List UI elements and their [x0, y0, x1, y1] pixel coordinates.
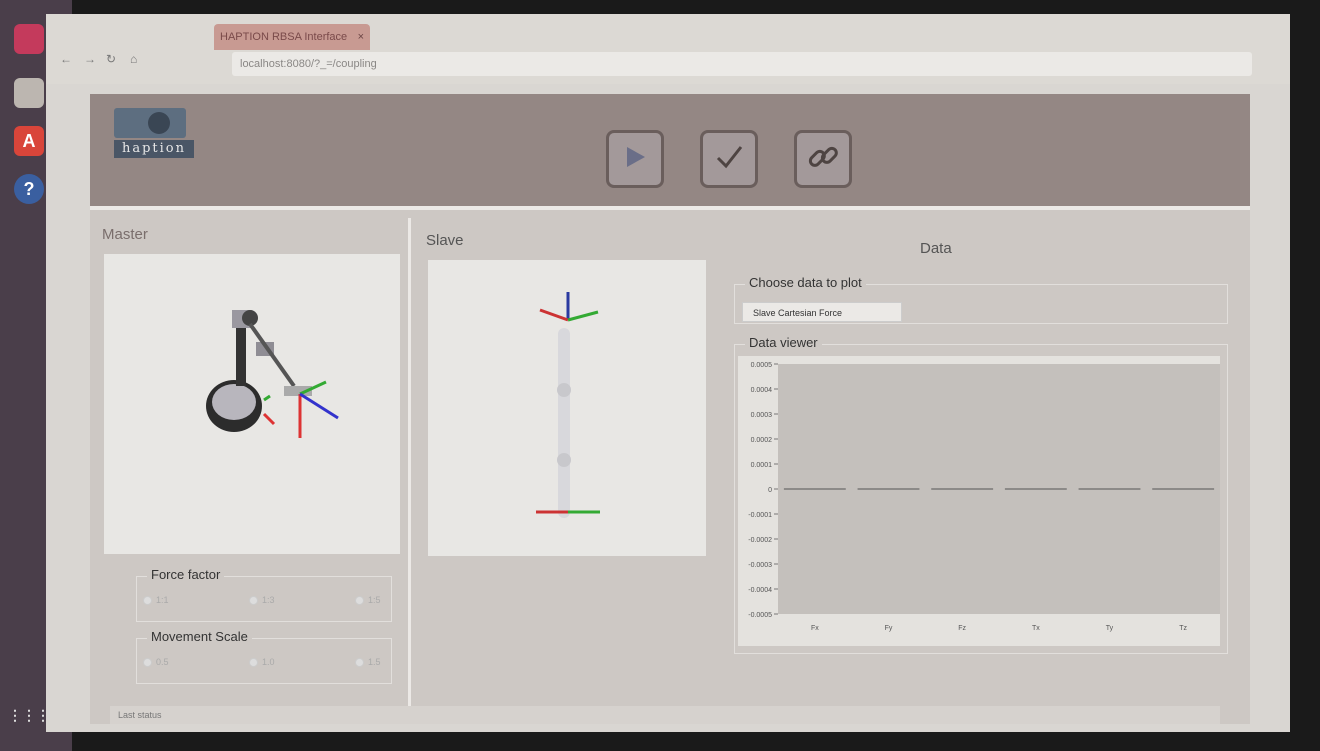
bar-tz [1152, 488, 1215, 490]
movement-scale-group: Movement Scale 0.5 1.0 1.5 [136, 629, 392, 684]
force-factor-option[interactable]: 1:3 [249, 595, 275, 605]
data-select-value: Slave Cartesian Force [753, 308, 843, 318]
x-tick-label: Ty [1106, 625, 1114, 632]
y-tick-label: -0.0003 [748, 562, 772, 569]
url-bar[interactable]: localhost:8080/?_=/coupling [232, 52, 1252, 76]
coupling-button[interactable] [794, 130, 852, 188]
logo-text: haption [114, 140, 194, 158]
play-button[interactable] [606, 130, 664, 188]
tab-close-icon[interactable]: × [358, 24, 364, 50]
apps-grid-icon[interactable]: ⋮⋮⋮ [8, 700, 50, 730]
help-icon[interactable]: ? [14, 174, 44, 204]
browser-window: HAPTION RBSA Interface × ← → ↻ ⌂ localho… [46, 14, 1290, 732]
forward-icon[interactable]: → [84, 52, 96, 66]
x-tick-label: Tx [1032, 625, 1040, 632]
slave-3d-view[interactable] [428, 260, 706, 556]
x-tick-label: Fy [885, 625, 893, 632]
url-text: localhost:8080/?_=/coupling [240, 58, 377, 70]
tab-title: HAPTION RBSA Interface [220, 31, 348, 43]
y-tick-label: 0.0001 [751, 462, 773, 469]
y-tick-label: 0 [768, 487, 772, 494]
link-icon [806, 140, 840, 179]
bar-ty [1078, 488, 1141, 490]
app-container: haption Master Force factor 1:1 1:3 1:5 … [90, 94, 1250, 724]
data-title: Data [920, 240, 952, 257]
radio-icon [143, 657, 152, 667]
logo-mark [114, 108, 186, 138]
movement-scale-option[interactable]: 1.5 [355, 657, 381, 667]
force-factor-label: Force factor [147, 567, 225, 582]
y-tick-label: -0.0005 [748, 612, 772, 619]
status-bar: Last status [110, 706, 1220, 724]
y-tick-label: 0.0002 [751, 437, 773, 444]
slave-title: Slave [426, 232, 464, 249]
status-text: Last status [118, 710, 162, 720]
x-tick-label: Fx [811, 625, 819, 632]
data-viewer-label: Data viewer [745, 335, 822, 350]
y-tick-label: 0.0003 [751, 412, 773, 419]
play-icon [622, 144, 648, 175]
reload-icon[interactable]: ↻ [106, 52, 116, 66]
y-tick-label: 0.0005 [751, 362, 773, 369]
y-tick-label: -0.0002 [748, 537, 772, 544]
radio-icon [355, 595, 364, 605]
radio-icon [355, 657, 364, 667]
data-chart: 0.0005 0.0004 0.0003 0.0002 0.0001 0 -0.0001 -0… [738, 356, 1220, 646]
movement-scale-option[interactable]: 1.0 [249, 657, 275, 667]
bar-fx [783, 488, 846, 490]
browser-tab[interactable]: HAPTION RBSA Interface × [214, 24, 370, 50]
force-factor-group: Force factor 1:1 1:3 1:5 [136, 567, 392, 622]
panel-divider [408, 218, 411, 724]
radio-icon [249, 657, 258, 667]
bar-tx [1004, 488, 1067, 490]
bar-fy [857, 488, 920, 490]
radio-icon [249, 595, 258, 605]
header-divider [90, 206, 1250, 210]
master-robot-model [206, 310, 339, 438]
files-icon[interactable] [14, 78, 44, 108]
data-select[interactable]: Slave Cartesian Force [742, 302, 902, 322]
y-tick-label: 0.0004 [751, 387, 773, 394]
choose-data-label: Choose data to plot [745, 275, 866, 290]
back-icon[interactable]: ← [60, 52, 72, 66]
bar-fz [931, 488, 994, 490]
movement-scale-label: Movement Scale [147, 629, 252, 644]
force-factor-option[interactable]: 1:1 [143, 595, 169, 605]
master-title: Master [102, 226, 148, 243]
check-icon [714, 142, 744, 177]
y-tick-label: -0.0001 [748, 512, 772, 519]
home-icon[interactable]: ⌂ [130, 52, 137, 66]
force-factor-option[interactable]: 1:5 [355, 595, 381, 605]
slave-robot-model [536, 292, 600, 518]
browser-chrome: HAPTION RBSA Interface × ← → ↻ ⌂ localho… [46, 14, 1290, 84]
x-tick-label: Tz [1179, 625, 1187, 632]
app-icon[interactable] [14, 24, 44, 54]
software-center-icon[interactable]: A [14, 126, 44, 156]
master-3d-view[interactable] [104, 254, 400, 554]
y-tick-label: -0.0004 [748, 587, 772, 594]
movement-scale-option[interactable]: 0.5 [143, 657, 169, 667]
x-tick-label: Fz [958, 625, 966, 632]
radio-icon [143, 595, 152, 605]
app-header: haption [90, 94, 1250, 206]
validate-button[interactable] [700, 130, 758, 188]
haption-logo: haption [114, 108, 194, 162]
